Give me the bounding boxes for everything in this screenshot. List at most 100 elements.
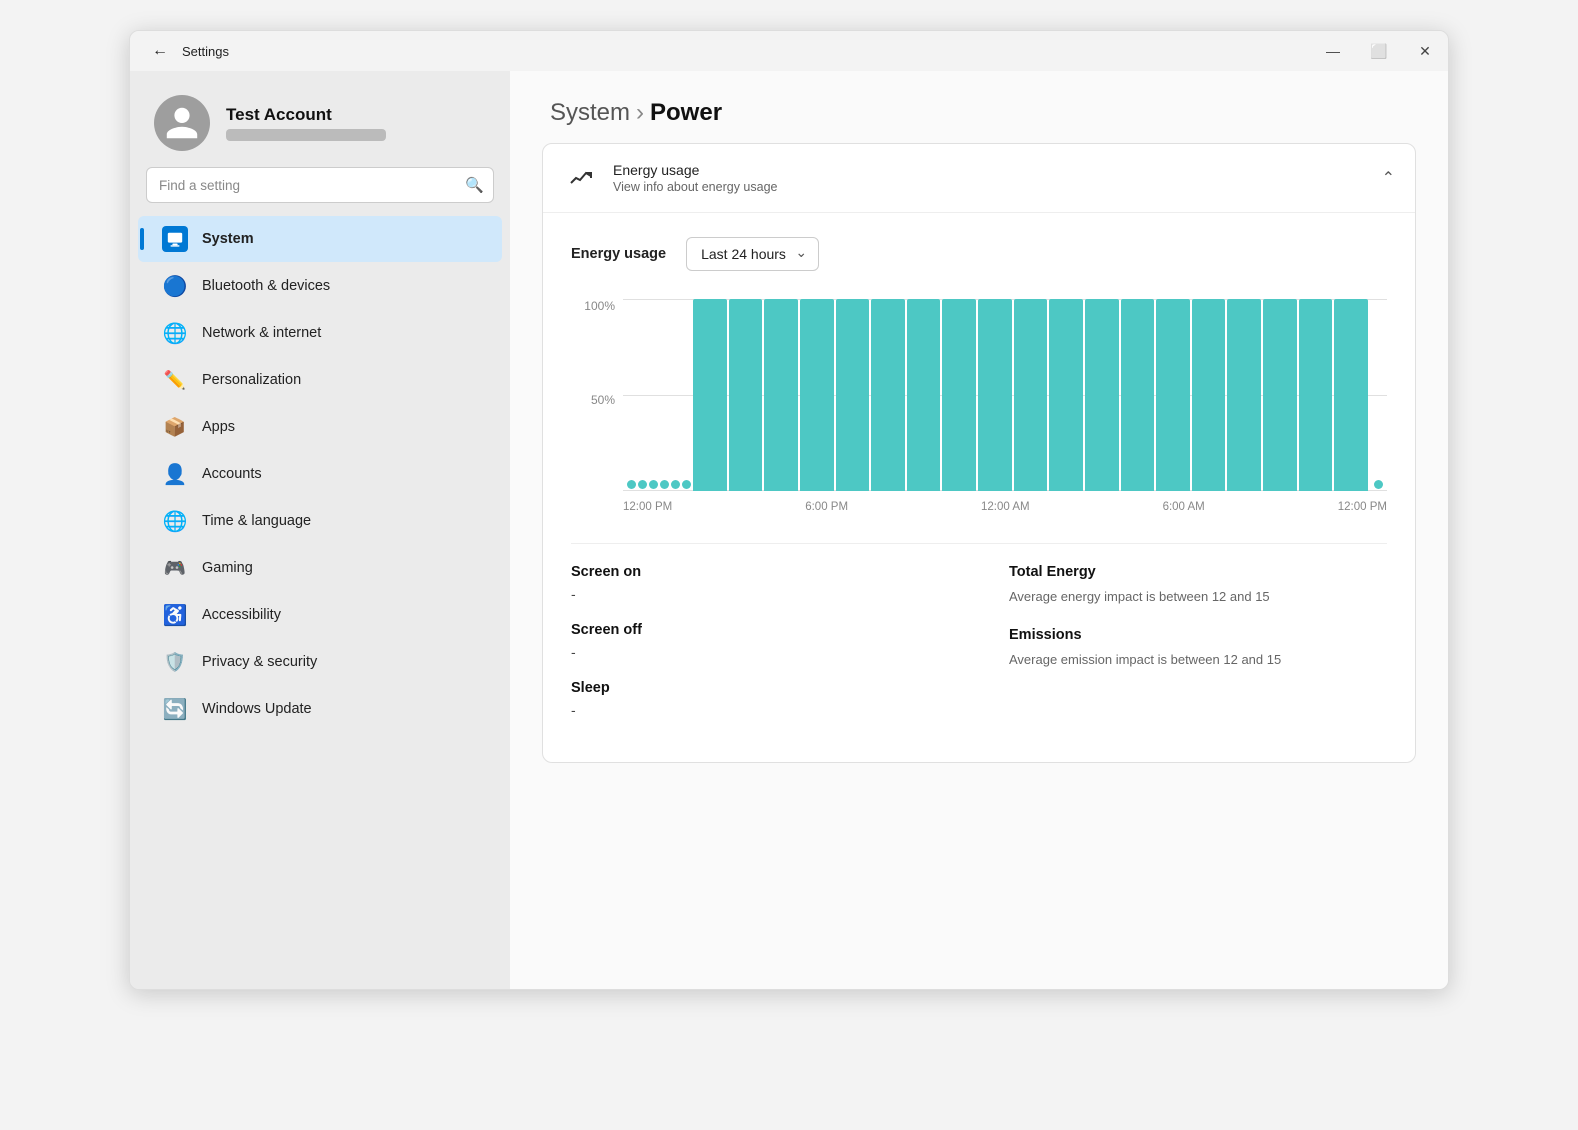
chart-bar bbox=[693, 299, 727, 491]
minimize-button[interactable]: — bbox=[1310, 31, 1356, 71]
back-button[interactable]: ← bbox=[146, 37, 174, 65]
sidebar-item-network[interactable]: 🌐 Network & internet bbox=[138, 310, 502, 356]
sidebar-label-apps: Apps bbox=[202, 419, 235, 435]
update-icon: 🔄 bbox=[162, 696, 188, 722]
sidebar-item-update[interactable]: 🔄 Windows Update bbox=[138, 686, 502, 732]
app-title: Settings bbox=[182, 44, 229, 59]
xlabel-600am: 6:00 AM bbox=[1163, 501, 1205, 513]
section-header-text: Energy usage View info about energy usag… bbox=[613, 162, 1382, 194]
pencil-icon: ✏️ bbox=[162, 367, 188, 393]
sidebar-label-accounts: Accounts bbox=[202, 466, 262, 482]
xlabel-600pm: 6:00 PM bbox=[805, 501, 848, 513]
apps-icon: 📦 bbox=[162, 414, 188, 440]
chart-dot bbox=[649, 480, 658, 489]
chart-bar bbox=[978, 299, 1012, 491]
stats-row: Screen on - Screen off - Sleep - bbox=[571, 543, 1387, 738]
chevron-up-icon: ⌃ bbox=[1382, 168, 1395, 188]
sidebar-item-accessibility[interactable]: ♿ Accessibility bbox=[138, 592, 502, 638]
chart-bar bbox=[1334, 299, 1368, 491]
stat-screen-off-label: Screen off bbox=[571, 622, 949, 638]
search-icon: 🔍 bbox=[465, 176, 484, 194]
titlebar: ← Settings — ⬜ ✕ bbox=[130, 31, 1448, 71]
stat-screen-on-value: - bbox=[571, 586, 949, 602]
chart-bar bbox=[1192, 299, 1226, 491]
shield-icon: 🛡️ bbox=[162, 649, 188, 675]
network-icon: 🌐 bbox=[162, 320, 188, 346]
stat-emissions-desc: Average emission impact is between 12 an… bbox=[1009, 651, 1387, 670]
chart-bar bbox=[871, 299, 905, 491]
chart-inner bbox=[623, 299, 1387, 491]
profile-name: Test Account bbox=[226, 105, 386, 125]
maximize-button[interactable]: ⬜ bbox=[1356, 31, 1402, 71]
sidebar-item-gaming[interactable]: 🎮 Gaming bbox=[138, 545, 502, 591]
breadcrumb-parent: System bbox=[550, 99, 630, 127]
stat-total-energy: Total Energy Average energy impact is be… bbox=[1009, 564, 1387, 607]
search-input[interactable] bbox=[146, 167, 494, 203]
gaming-icon: 🎮 bbox=[162, 555, 188, 581]
bluetooth-icon: 🔵 bbox=[162, 273, 188, 299]
sidebar-label-time: Time & language bbox=[202, 513, 311, 529]
chart-container: 100% 50% bbox=[571, 299, 1387, 519]
profile-email bbox=[226, 129, 386, 141]
nav-list: System 🔵 Bluetooth & devices 🌐 Network &… bbox=[130, 211, 510, 737]
chart-xaxis: 12:00 PM 6:00 PM 12:00 AM 6:00 AM 12:00 … bbox=[623, 495, 1387, 519]
chart-bar bbox=[1085, 299, 1119, 491]
sidebar-item-system[interactable]: System bbox=[138, 216, 502, 262]
sidebar-item-time[interactable]: 🌐 Time & language bbox=[138, 498, 502, 544]
xlabel-1200pm-1: 12:00 PM bbox=[623, 501, 672, 513]
xlabel-1200am: 12:00 AM bbox=[981, 501, 1030, 513]
chart-bar bbox=[1156, 299, 1190, 491]
ylabel-50: 50% bbox=[571, 393, 623, 407]
sidebar: Test Account 🔍 System 🔵 bbox=[130, 71, 510, 989]
time-range-dropdown[interactable]: Last 24 hours Last 7 days Last 30 days bbox=[686, 237, 819, 271]
main-content: System › Power Energy usage bbox=[510, 71, 1448, 989]
chart-bar bbox=[836, 299, 870, 491]
stat-screen-on-label: Screen on bbox=[571, 564, 949, 580]
stat-sleep-value: - bbox=[571, 702, 949, 718]
energy-usage-label: Energy usage bbox=[571, 246, 666, 262]
ylabel-100: 100% bbox=[571, 299, 623, 313]
chart-bar bbox=[729, 299, 763, 491]
sidebar-label-personalization: Personalization bbox=[202, 372, 301, 388]
section-title: Energy usage bbox=[613, 162, 1382, 178]
profile-section: Test Account bbox=[130, 71, 510, 167]
sidebar-label-system: System bbox=[202, 231, 254, 247]
chart-bar bbox=[907, 299, 941, 491]
chart-bars-container bbox=[623, 299, 1387, 491]
close-button[interactable]: ✕ bbox=[1402, 31, 1448, 71]
breadcrumb: System › Power bbox=[550, 99, 1408, 127]
sidebar-item-apps[interactable]: 📦 Apps bbox=[138, 404, 502, 450]
chart-yaxis: 100% 50% bbox=[571, 299, 623, 491]
sidebar-label-bluetooth: Bluetooth & devices bbox=[202, 278, 330, 294]
stat-total-energy-label: Total Energy bbox=[1009, 564, 1387, 580]
search-container: 🔍 bbox=[146, 167, 494, 203]
stats-col-left: Screen on - Screen off - Sleep - bbox=[571, 564, 949, 738]
chart-bar bbox=[1121, 299, 1155, 491]
sidebar-item-accounts[interactable]: 👤 Accounts bbox=[138, 451, 502, 497]
sidebar-item-privacy[interactable]: 🛡️ Privacy & security bbox=[138, 639, 502, 685]
chart-dot bbox=[1374, 480, 1383, 489]
chart-bar bbox=[1227, 299, 1261, 491]
stat-emissions: Emissions Average emission impact is bet… bbox=[1009, 627, 1387, 670]
chart-dot bbox=[682, 480, 691, 489]
energy-controls: Energy usage Last 24 hours Last 7 days L… bbox=[571, 237, 1387, 271]
chart-bar bbox=[1014, 299, 1048, 491]
sidebar-item-bluetooth[interactable]: 🔵 Bluetooth & devices bbox=[138, 263, 502, 309]
sidebar-label-gaming: Gaming bbox=[202, 560, 253, 576]
chart-bar bbox=[1263, 299, 1297, 491]
stat-sleep-label: Sleep bbox=[571, 680, 949, 696]
xlabel-1200pm-2: 12:00 PM bbox=[1338, 501, 1387, 513]
energy-section-header[interactable]: Energy usage View info about energy usag… bbox=[543, 144, 1415, 213]
chart-dot bbox=[627, 480, 636, 489]
chart-dot bbox=[660, 480, 669, 489]
chart-bar bbox=[800, 299, 834, 491]
section-subtitle: View info about energy usage bbox=[613, 180, 1382, 194]
window-controls: — ⬜ ✕ bbox=[1310, 31, 1448, 71]
stat-screen-off: Screen off - bbox=[571, 622, 949, 660]
time-icon: 🌐 bbox=[162, 508, 188, 534]
sidebar-item-personalization[interactable]: ✏️ Personalization bbox=[138, 357, 502, 403]
sidebar-label-privacy: Privacy & security bbox=[202, 654, 317, 670]
breadcrumb-separator: › bbox=[636, 99, 644, 127]
accounts-icon: 👤 bbox=[162, 461, 188, 487]
chart-bar bbox=[1299, 299, 1333, 491]
